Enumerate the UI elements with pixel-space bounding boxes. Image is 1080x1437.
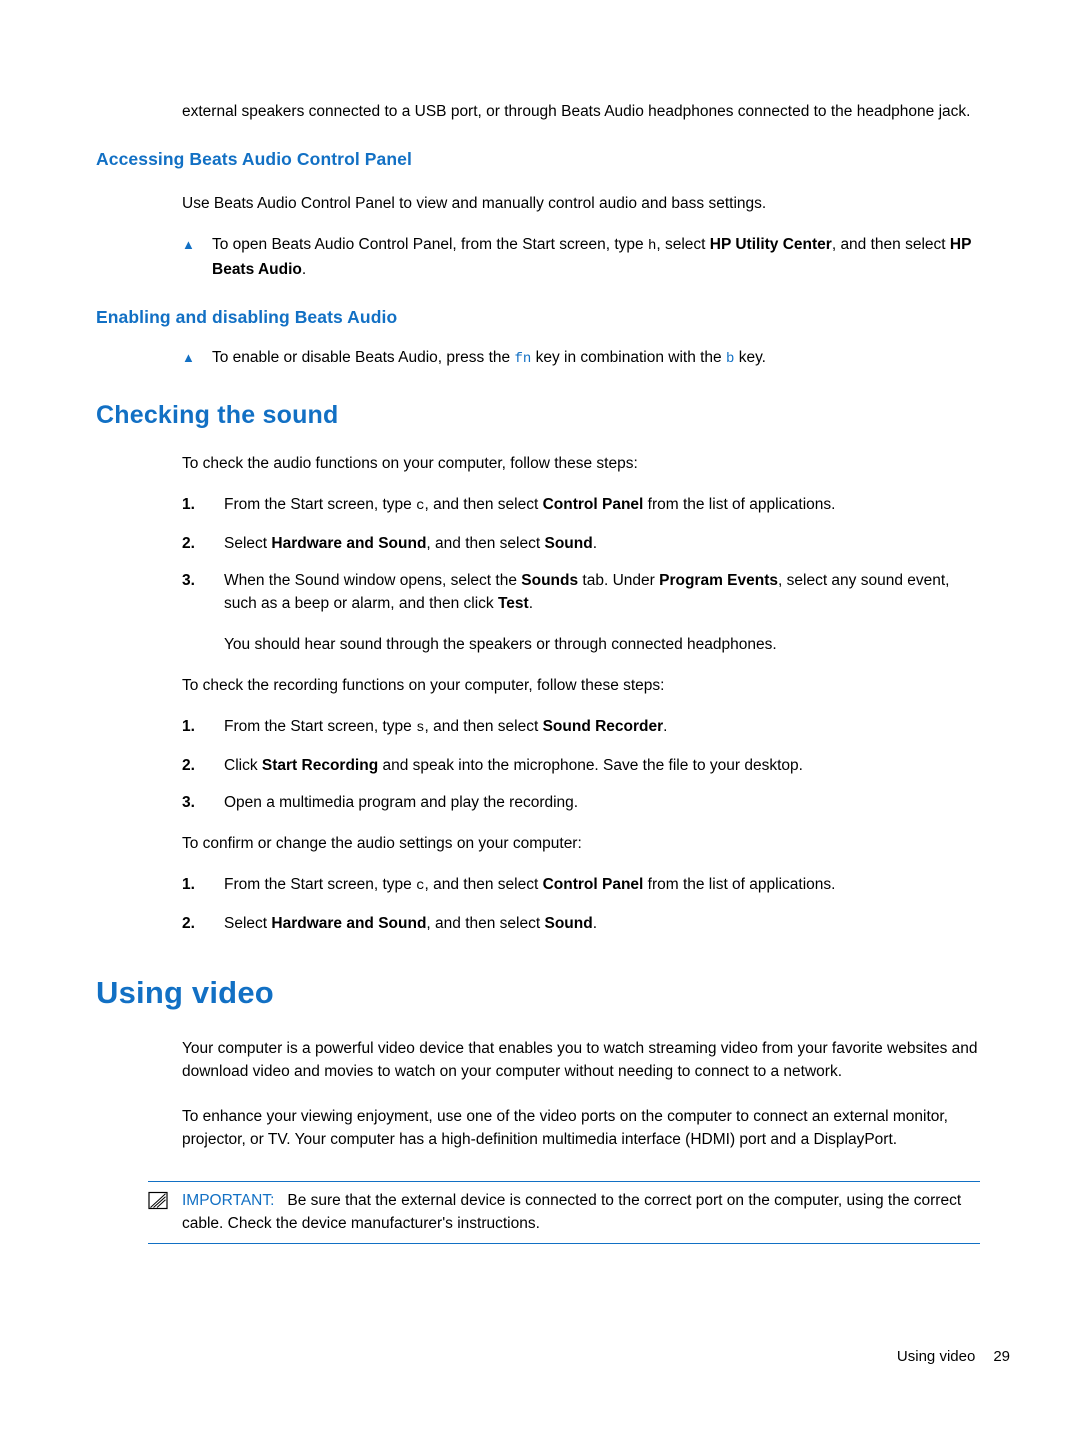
- enabling-bullet-text: To enable or disable Beats Audio, press …: [212, 346, 980, 371]
- list-item: ▲ To enable or disable Beats Audio, pres…: [182, 346, 980, 371]
- text-fragment: , select: [656, 236, 710, 253]
- important-note-text: IMPORTANT: Be sure that the external dev…: [182, 1189, 980, 1235]
- bold-fragment: Control Panel: [542, 876, 644, 893]
- bold-fragment: Sound: [544, 915, 593, 932]
- bold-fragment: Hardware and Sound: [271, 915, 427, 932]
- confirm-intro-paragraph: To confirm or change the audio settings …: [182, 835, 582, 852]
- list-item: 2. Click Start Recording and speak into …: [182, 754, 980, 777]
- text-fragment: .: [592, 915, 598, 932]
- page-footer: Using video 29: [897, 1348, 1010, 1365]
- triangle-bullet-icon: ▲: [182, 237, 195, 252]
- text-fragment: From the Start screen, type: [224, 718, 417, 735]
- text-fragment: , and then select: [424, 718, 543, 735]
- bold-fragment: Control Panel: [542, 496, 644, 513]
- heading-enabling-disabling: Enabling and disabling Beats Audio: [96, 307, 398, 327]
- text-fragment: tab. Under: [578, 572, 660, 589]
- text-fragment: To open Beats Audio Control Panel, from …: [212, 236, 648, 253]
- list-item: 1. From the Start screen, type c, and th…: [182, 493, 980, 518]
- list-item: 2. Select Hardware and Sound, and then s…: [182, 912, 980, 935]
- text-fragment: from the list of applications.: [643, 496, 836, 513]
- text-fragment: When the Sound window opens, select the: [224, 572, 522, 589]
- step-number: 1.: [182, 876, 195, 893]
- intro-paragraph: external speakers connected to a USB por…: [182, 103, 971, 120]
- key-literal: c: [416, 878, 425, 894]
- step-text: Open a multimedia program and play the r…: [224, 794, 579, 811]
- text-fragment: From the Start screen, type: [224, 876, 417, 893]
- text-fragment: , and then select: [831, 236, 950, 253]
- text-fragment: key in combination with the: [531, 349, 726, 366]
- bold-fragment: HP Utility Center: [709, 236, 832, 253]
- footer-page-number: 29: [993, 1348, 1010, 1365]
- footer-chapter: Using video: [896, 1348, 976, 1365]
- text-fragment: Select: [224, 535, 272, 552]
- step-number: 2.: [182, 535, 195, 552]
- list-item: 3. Open a multimedia program and play th…: [182, 791, 980, 814]
- text-fragment: Click: [224, 757, 262, 774]
- heading-accessing-beats-audio: Accessing Beats Audio Control Panel: [96, 149, 412, 169]
- audio-result-note: You should hear sound through the speake…: [224, 636, 777, 653]
- list-item: 1. From the Start screen, type c, and th…: [182, 873, 980, 898]
- heading-using-video: Using video: [96, 975, 274, 1010]
- text-fragment: key.: [734, 349, 766, 366]
- accessing-paragraph: Use Beats Audio Control Panel to view an…: [182, 195, 767, 212]
- list-item: 1. From the Start screen, type s, and th…: [182, 715, 980, 740]
- text-fragment: and speak into the microphone. Save the …: [378, 757, 803, 774]
- accessing-bullet-text: To open Beats Audio Control Panel, from …: [212, 233, 980, 281]
- bold-fragment: Sound Recorder: [542, 718, 664, 735]
- text-fragment: , and then select: [424, 876, 543, 893]
- text-fragment: , and then select: [426, 915, 545, 932]
- key-literal: c: [416, 498, 425, 514]
- list-item: 2. Select Hardware and Sound, and then s…: [182, 532, 980, 555]
- text-fragment: , and then select: [424, 496, 543, 513]
- note-pencil-icon: [148, 1189, 182, 1216]
- text-fragment: To enable or disable Beats Audio, press …: [212, 349, 515, 366]
- text-fragment: .: [528, 595, 534, 612]
- step-number: 1.: [182, 718, 195, 735]
- step-text: From the Start screen, type c, and then …: [224, 493, 980, 518]
- step-number: 1.: [182, 496, 195, 513]
- text-fragment: Select: [224, 915, 272, 932]
- step-text: From the Start screen, type c, and then …: [224, 873, 980, 898]
- important-note: IMPORTANT: Be sure that the external dev…: [148, 1181, 980, 1244]
- text-fragment: Be sure that the external device is conn…: [182, 1192, 962, 1232]
- step-text: Click Start Recording and speak into the…: [224, 754, 980, 777]
- page-content: external speakers connected to a USB por…: [96, 100, 980, 1244]
- video-paragraph-2: To enhance your viewing enjoyment, use o…: [182, 1108, 948, 1148]
- key-literal-fn: fn: [514, 351, 532, 367]
- text-fragment: , and then select: [426, 535, 545, 552]
- list-item: 3. When the Sound window opens, select t…: [182, 569, 980, 615]
- step-number: 3.: [182, 572, 195, 589]
- text-fragment: From the Start screen, type: [224, 496, 417, 513]
- step-number: 2.: [182, 915, 195, 932]
- text-fragment: .: [301, 261, 307, 278]
- list-item: ▲ To open Beats Audio Control Panel, fro…: [182, 233, 980, 281]
- heading-checking-the-sound: Checking the sound: [96, 401, 339, 429]
- recording-intro-paragraph: To check the recording functions on your…: [182, 677, 665, 694]
- step-text: From the Start screen, type s, and then …: [224, 715, 980, 740]
- triangle-bullet-icon: ▲: [182, 350, 195, 365]
- bold-fragment: Sound: [544, 535, 593, 552]
- text-fragment: .: [592, 535, 598, 552]
- text-fragment: .: [663, 718, 668, 735]
- step-text: Select Hardware and Sound, and then sele…: [224, 532, 980, 555]
- bold-fragment: Test: [497, 595, 529, 612]
- step-number: 2.: [182, 757, 195, 774]
- bold-fragment: Start Recording: [261, 757, 379, 774]
- bold-fragment: Program Events: [659, 572, 779, 589]
- bold-fragment: Sounds: [521, 572, 579, 589]
- important-label: IMPORTANT:: [182, 1192, 275, 1209]
- text-fragment: from the list of applications.: [643, 876, 836, 893]
- step-text: Select Hardware and Sound, and then sele…: [224, 912, 980, 935]
- step-text: When the Sound window opens, select the …: [224, 569, 980, 615]
- video-paragraph-1: Your computer is a powerful video device…: [182, 1040, 978, 1080]
- bold-fragment: Hardware and Sound: [271, 535, 427, 552]
- step-number: 3.: [182, 794, 195, 811]
- document-page: external speakers connected to a USB por…: [0, 0, 1080, 1437]
- key-literal: s: [416, 720, 425, 736]
- checking-intro-paragraph: To check the audio functions on your com…: [182, 455, 638, 472]
